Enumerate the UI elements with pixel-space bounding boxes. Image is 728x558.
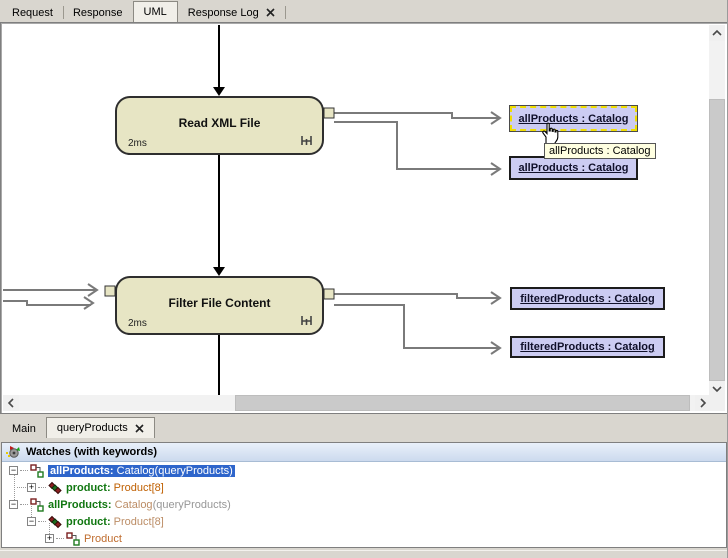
node-title: Read XML File	[117, 116, 322, 130]
chevron-right-icon	[699, 398, 707, 408]
uml-diagram-panel: Read XML File 2ms Filter File Content 2m…	[0, 22, 728, 414]
vertical-scrollbar[interactable]	[709, 25, 725, 397]
scroll-left-button[interactable]	[3, 395, 19, 411]
node-read-xml-file[interactable]: Read XML File 2ms	[115, 96, 324, 155]
artifact-label: filteredProducts : Catalog	[520, 341, 654, 353]
watch-row-product-2[interactable]: product: Product[8]	[2, 513, 164, 530]
tree-dash	[56, 538, 64, 539]
message-tabbar: Request Response UML Response Log	[0, 0, 728, 22]
artifact-allproducts-2[interactable]: allProducts : Catalog	[509, 156, 638, 180]
close-tab-icon[interactable]	[266, 8, 275, 17]
tree-dash	[20, 504, 28, 505]
collapse-expander-icon[interactable]	[27, 517, 36, 526]
process-tabbar: Main queryProducts	[0, 414, 728, 440]
artifact-label: allProducts : Catalog	[518, 162, 628, 174]
tab-separator	[285, 6, 286, 19]
diagram-canvas[interactable]: Read XML File 2ms Filter File Content 2m…	[3, 25, 711, 397]
data-link	[334, 294, 499, 298]
field-icon	[48, 515, 62, 529]
watch-row-product-1[interactable]: product: Product[8]	[2, 479, 164, 496]
tab-main-label: Main	[12, 423, 36, 435]
artifact-label: allProducts : Catalog	[518, 113, 628, 125]
watch-row-allproducts-2[interactable]: allProducts: Catalog(queryProducts)	[2, 496, 231, 513]
tooltip-text: allProducts : Catalog	[549, 145, 651, 157]
bottom-strip	[0, 550, 728, 558]
vertical-scroll-thumb[interactable]	[709, 99, 725, 381]
tree-dash	[38, 487, 46, 488]
node-duration: 2ms	[128, 318, 147, 329]
node-duration: 2ms	[128, 138, 147, 149]
chevron-up-icon	[712, 29, 722, 37]
expand-expander-icon[interactable]	[27, 483, 36, 492]
field-icon	[48, 481, 62, 495]
tab-uml[interactable]: UML	[133, 1, 178, 22]
output-port	[324, 289, 334, 299]
chevron-left-icon	[7, 398, 15, 408]
scrollbar-corner	[709, 395, 725, 411]
data-link	[3, 301, 91, 305]
tooltip: allProducts : Catalog	[544, 143, 656, 159]
class-icon	[30, 498, 44, 512]
expand-expander-icon[interactable]	[45, 534, 54, 543]
horizontal-scrollbar[interactable]	[3, 395, 711, 411]
tab-response-log[interactable]: Response Log	[178, 3, 285, 22]
data-link	[334, 305, 499, 348]
arrowhead-right-icon	[84, 297, 93, 309]
input-port	[105, 286, 115, 296]
tab-queryproducts[interactable]: queryProducts	[46, 417, 155, 438]
tab-request[interactable]: Request	[2, 3, 63, 22]
arrowhead-down-icon	[213, 87, 225, 96]
tab-response-log-label: Response Log	[188, 7, 259, 19]
watches-title: Watches (with keywords)	[26, 446, 157, 458]
watches-tree: allProducts: Catalog(queryProducts) prod…	[2, 462, 726, 547]
watches-icon	[6, 445, 21, 459]
chevron-down-icon	[712, 385, 722, 393]
scroll-up-button[interactable]	[709, 25, 725, 41]
watches-header: Watches (with keywords)	[2, 443, 726, 462]
metrics-icon	[300, 314, 313, 329]
data-link	[334, 122, 499, 169]
watch-row-product-class[interactable]: Product	[2, 530, 122, 547]
tab-main[interactable]: Main	[2, 419, 46, 438]
horizontal-scroll-thumb[interactable]	[235, 395, 690, 411]
class-icon	[30, 464, 44, 478]
data-link	[334, 113, 499, 118]
app-window: Request Response UML Response Log	[0, 0, 728, 558]
close-tab-icon[interactable]	[135, 424, 144, 433]
tab-response[interactable]: Response	[63, 3, 133, 22]
tab-uml-label: UML	[144, 6, 167, 18]
artifact-filteredproducts-1[interactable]: filteredProducts : Catalog	[510, 287, 665, 310]
arrowhead-down-icon	[213, 267, 225, 276]
selected-watch-text: allProducts: Catalog(queryProducts)	[48, 465, 235, 477]
tab-request-label: Request	[12, 7, 53, 19]
artifact-allproducts-1[interactable]: allProducts : Catalog	[510, 106, 637, 131]
artifact-label: filteredProducts : Catalog	[520, 293, 654, 305]
collapse-expander-icon[interactable]	[9, 466, 18, 475]
tab-response-label: Response	[73, 7, 123, 19]
tree-dash	[20, 470, 28, 471]
class-icon	[66, 532, 80, 546]
tab-queryproducts-label: queryProducts	[57, 422, 128, 434]
metrics-icon	[300, 134, 313, 149]
output-port	[324, 108, 334, 118]
artifact-filteredproducts-2[interactable]: filteredProducts : Catalog	[510, 336, 665, 358]
node-filter-file-content[interactable]: Filter File Content 2ms	[115, 276, 324, 335]
collapse-expander-icon[interactable]	[9, 500, 18, 509]
node-title: Filter File Content	[117, 296, 322, 310]
tree-dash	[38, 521, 46, 522]
watch-row-allproducts-1[interactable]: allProducts: Catalog(queryProducts)	[2, 462, 235, 479]
watches-panel: Watches (with keywords) allProducts: Cat…	[1, 442, 727, 548]
